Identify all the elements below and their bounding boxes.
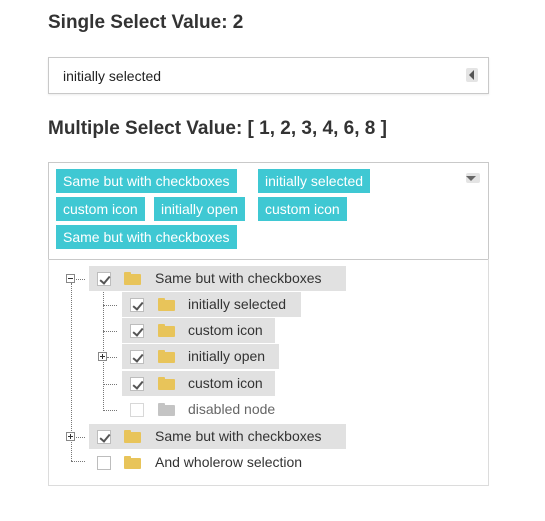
- tree-node[interactable]: custom icon: [122, 371, 275, 396]
- tree-node[interactable]: initially selected: [122, 292, 301, 317]
- single-select-dropdown[interactable]: initially selected: [48, 57, 489, 94]
- tree-node: disabled node: [122, 397, 322, 422]
- selected-tag[interactable]: initially selected: [258, 169, 371, 193]
- folder-icon: [158, 377, 175, 390]
- folder-icon: [124, 430, 141, 443]
- tree-node-label: Same but with checkboxes: [155, 270, 322, 286]
- expand-icon[interactable]: [98, 352, 107, 361]
- folder-icon: [124, 456, 141, 469]
- checkbox[interactable]: [97, 272, 111, 286]
- checkbox[interactable]: [97, 430, 111, 444]
- multiple-select-heading: Multiple Select Value: [ 1, 2, 3, 4, 6, …: [48, 118, 387, 139]
- checkbox[interactable]: [130, 377, 144, 391]
- folder-icon: [158, 403, 175, 416]
- tree-connector: [71, 461, 85, 462]
- folder-icon: [158, 298, 175, 311]
- tree-panel: Same but with checkboxes initially selec…: [48, 259, 489, 486]
- folder-icon: [124, 272, 141, 285]
- checkbox[interactable]: [130, 298, 144, 312]
- tree-node-label: Same but with checkboxes: [155, 428, 322, 444]
- tree-node-label: disabled node: [188, 401, 276, 417]
- selected-tag[interactable]: custom icon: [258, 197, 347, 221]
- folder-icon: [158, 350, 175, 363]
- single-select-value: initially selected: [63, 68, 162, 84]
- tree-node[interactable]: Same but with checkboxes: [89, 424, 346, 449]
- tree-connector: [103, 410, 117, 411]
- selected-tag[interactable]: initially open: [154, 197, 246, 221]
- checkbox[interactable]: [130, 350, 144, 364]
- checkbox[interactable]: [130, 324, 144, 338]
- tree-node-label: custom icon: [188, 375, 263, 391]
- collapse-icon[interactable]: [66, 274, 75, 283]
- tree-node-label: initially selected: [188, 296, 287, 312]
- tree-node-label: And wholerow selection: [155, 454, 303, 470]
- tree-connector: [103, 305, 117, 306]
- expand-icon[interactable]: [66, 432, 75, 441]
- tree-node[interactable]: initially open: [122, 344, 279, 369]
- folder-icon: [158, 324, 175, 337]
- tree-node[interactable]: custom icon: [122, 318, 275, 343]
- tree-node[interactable]: And wholerow selection: [89, 450, 346, 475]
- tree-node[interactable]: Same but with checkboxes: [89, 266, 346, 291]
- tree-node-label: custom icon: [188, 322, 263, 338]
- selected-tag[interactable]: custom icon: [56, 197, 145, 221]
- selected-tag[interactable]: Same but with checkboxes: [56, 225, 237, 249]
- multiple-select-dropdown[interactable]: Same but with checkboxes initially selec…: [48, 162, 489, 260]
- caret-left-icon: [469, 70, 474, 80]
- checkbox[interactable]: [97, 456, 111, 470]
- checkbox: [130, 403, 144, 417]
- tree-connector: [103, 331, 117, 332]
- selected-tag[interactable]: Same but with checkboxes: [56, 169, 237, 193]
- single-select-heading: Single Select Value: 2: [48, 12, 244, 33]
- tree-connector: [107, 357, 117, 358]
- tree-node-label: initially open: [188, 348, 266, 364]
- tree-connector: [103, 384, 117, 385]
- caret-down-icon: [466, 176, 476, 181]
